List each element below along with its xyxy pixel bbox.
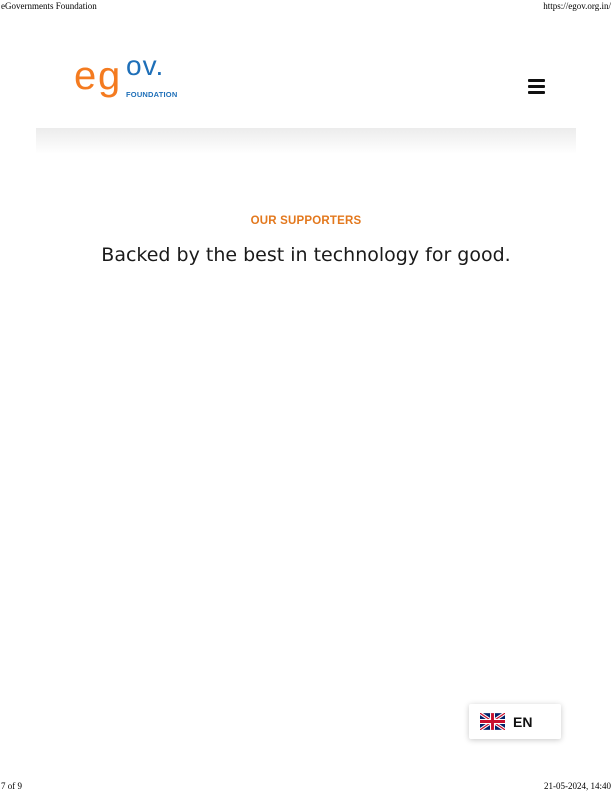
logo-letter-g: g	[98, 54, 121, 98]
hamburger-menu-icon[interactable]	[525, 77, 547, 95]
language-switcher-button[interactable]: EN	[469, 704, 561, 739]
section-heading: Backed by the best in technology for goo…	[101, 244, 511, 266]
language-code: EN	[513, 714, 533, 730]
print-page-url: https://egov.org.in/	[543, 1, 611, 11]
print-header: eGovernments Foundation https://egov.org…	[0, 1, 612, 11]
menu-bar	[528, 79, 545, 82]
print-page-title: eGovernments Foundation	[1, 1, 97, 11]
egov-foundation-logo[interactable]: e g ov. FOUNDATION	[74, 50, 184, 104]
print-footer: 7 of 9 21-05-2024, 14:40	[0, 781, 612, 791]
menu-bar	[528, 85, 545, 88]
section-eyebrow: OUR SUPPORTERS	[250, 215, 362, 227]
logo-letter-e: e	[74, 54, 96, 98]
site-header: e g ov. FOUNDATION	[36, 26, 576, 128]
header-shadow	[36, 128, 576, 154]
print-datetime: 21-05-2024, 14:40	[544, 781, 611, 791]
print-page-number: 7 of 9	[1, 781, 22, 791]
uk-flag-icon	[480, 713, 505, 730]
menu-bar	[528, 91, 545, 94]
logo-letters-ov: ov.	[126, 50, 165, 81]
logo-subtitle: FOUNDATION	[126, 90, 178, 99]
